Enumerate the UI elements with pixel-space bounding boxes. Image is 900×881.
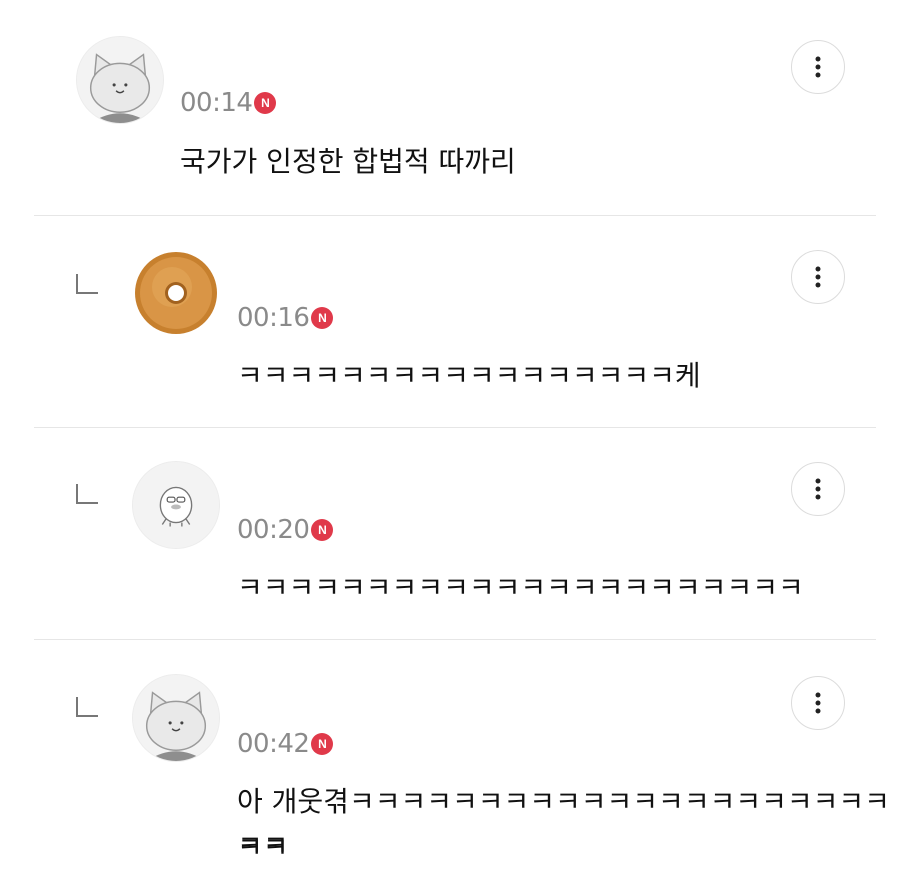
comment-text: 국가가 인정한 합법적 따까리 (180, 145, 516, 178)
reply-indicator-icon (76, 484, 98, 504)
comment-time: 00:14 (180, 88, 253, 118)
user-avatar[interactable] (132, 674, 220, 762)
user-avatar[interactable] (132, 249, 220, 337)
more-options-button[interactable] (791, 676, 845, 730)
cat-avatar-icon (77, 37, 163, 123)
comment-meta: 00:14 N (180, 88, 277, 118)
vertical-dots-icon (815, 266, 821, 288)
duck-avatar-icon (133, 462, 219, 548)
comment-meta: 00:42 N (237, 729, 334, 759)
user-avatar[interactable] (132, 461, 220, 549)
donut-avatar-icon (132, 249, 220, 337)
divider (34, 639, 876, 640)
new-badge: N (311, 733, 334, 755)
cat-avatar-icon (133, 675, 219, 761)
divider (34, 427, 876, 428)
divider (34, 215, 876, 216)
new-badge: N (311, 519, 334, 541)
reply-indicator-icon (76, 697, 98, 717)
comment-meta: 00:20 N (237, 515, 334, 545)
more-options-button[interactable] (791, 462, 845, 516)
comment-time: 00:42 (237, 729, 310, 759)
more-options-button[interactable] (791, 40, 845, 94)
vertical-dots-icon (815, 56, 821, 78)
new-badge: N (311, 307, 334, 329)
comment-text-line: ㅋㅋ (237, 831, 289, 864)
reply-indicator-icon (76, 274, 98, 294)
user-avatar[interactable] (76, 36, 164, 124)
comment-time: 00:20 (237, 515, 310, 545)
new-badge: N (254, 92, 277, 114)
vertical-dots-icon (815, 692, 821, 714)
comment-time: 00:16 (237, 303, 310, 333)
more-options-button[interactable] (791, 250, 845, 304)
comment-text: ㅋㅋㅋㅋㅋㅋㅋㅋㅋㅋㅋㅋㅋㅋㅋㅋㅋㅋㅋㅋㅋㅋ (237, 571, 804, 604)
comment-text: ㅋㅋㅋㅋㅋㅋㅋㅋㅋㅋㅋㅋㅋㅋㅋㅋㅋ케 (237, 359, 701, 392)
comment-meta: 00:16 N (237, 303, 334, 333)
vertical-dots-icon (815, 478, 821, 500)
comment-text-line: 아 개웃겪ㅋㅋㅋㅋㅋㅋㅋㅋㅋㅋㅋㅋㅋㅋㅋㅋㅋㅋㅋㅋㅋㅋㅋ (237, 785, 890, 862)
